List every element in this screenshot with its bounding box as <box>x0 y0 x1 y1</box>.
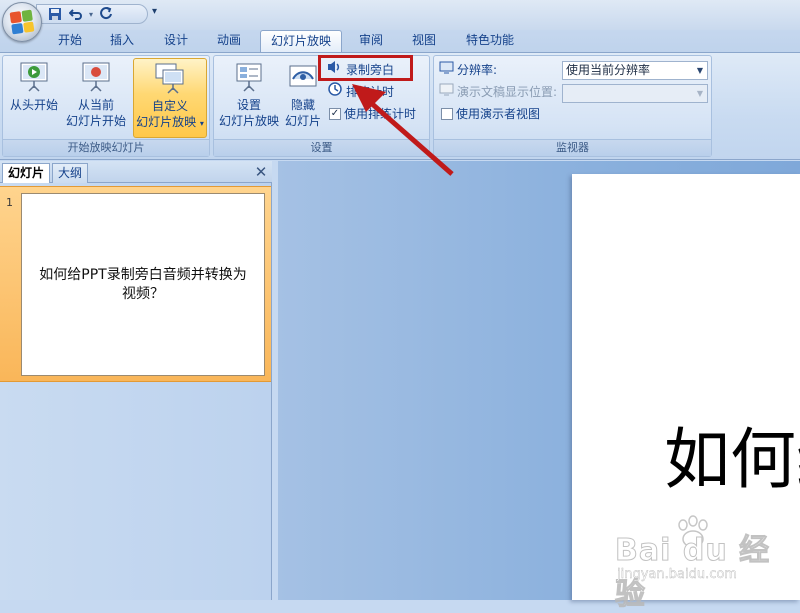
tab-animations[interactable]: 动画 <box>207 30 251 52</box>
ribbon: 从头开始 从当前 幻灯片开始 自定义 幻灯片放映 ▾ 开始放映幻灯片 设置 幻灯… <box>0 52 800 160</box>
resolution-icon <box>439 60 454 80</box>
record-narration-icon <box>327 60 343 80</box>
chevron-down-icon: ▾ <box>199 119 204 128</box>
resolution-select[interactable]: 使用当前分辨率 ▼ <box>562 61 708 80</box>
record-narration-button[interactable]: 录制旁白 <box>327 60 394 80</box>
from-beginning-label: 从头开始 <box>9 98 58 112</box>
hide-slide-button[interactable]: 隐藏 幻灯片 <box>283 58 323 138</box>
play-from-current-icon <box>80 61 112 93</box>
from-beginning-button[interactable]: 从头开始 <box>5 58 63 138</box>
slide-thumbnail[interactable]: 如何给PPT录制旁白音频并转换为视频？ <box>21 193 265 376</box>
chevron-down-icon: ▼ <box>696 66 704 75</box>
monitor-icon <box>439 82 454 102</box>
tab-special-features[interactable]: 特色功能 <box>455 30 525 52</box>
rehearse-timings-label: 排练计时 <box>346 85 395 99</box>
custom-show-label-2: 幻灯片放映 ▾ <box>136 115 204 129</box>
use-timings-checkbox[interactable]: ✓ 使用排练计时 <box>329 104 416 124</box>
use-timings-label: 使用排练计时 <box>344 107 417 121</box>
hide-slide-label-1: 隐藏 <box>290 98 315 112</box>
resolution-label-row: 分辨率: <box>439 60 497 80</box>
undo-dropdown-icon[interactable]: ▾ <box>89 10 93 19</box>
presenter-view-label: 使用演示者视图 <box>456 107 541 121</box>
record-narration-label: 录制旁白 <box>346 63 395 77</box>
show-on-label-row: 演示文稿显示位置: <box>439 82 557 102</box>
hide-slide-icon <box>287 61 319 93</box>
slide-title-text[interactable]: 如何给 <box>664 420 800 500</box>
undo-icon[interactable] <box>68 6 84 22</box>
group-setup: 设置 幻灯片放映 隐藏 幻灯片 录制旁白 排练计时 ✓ 使用排练计时 设置 <box>213 55 430 157</box>
group-setup-label: 设置 <box>214 139 429 156</box>
custom-show-icon <box>154 62 186 94</box>
quick-access-toolbar: ▾ <box>36 4 148 24</box>
show-on-select[interactable]: ▼ <box>562 84 708 103</box>
from-current-label-2: 幻灯片开始 <box>65 114 126 128</box>
group-start-slide-show: 从头开始 从当前 幻灯片开始 自定义 幻灯片放映 ▾ 开始放映幻灯片 <box>2 55 210 157</box>
resolution-label: 分辨率: <box>457 63 498 77</box>
group-monitors: 分辨率: 使用当前分辨率 ▼ 演示文稿显示位置: ▼ 使用演示者视图 监视器 <box>433 55 712 157</box>
tab-insert[interactable]: 插入 <box>100 30 144 52</box>
office-button[interactable] <box>2 2 42 42</box>
from-current-label-1: 从当前 <box>77 98 114 112</box>
office-logo-icon <box>9 9 35 35</box>
save-icon[interactable] <box>47 6 63 22</box>
rehearse-timings-icon <box>327 82 343 102</box>
play-from-beginning-icon <box>18 61 50 93</box>
chevron-down-icon: ▼ <box>696 89 704 98</box>
setup-show-label-1: 设置 <box>236 98 261 112</box>
close-icon[interactable]: ✕ <box>252 163 270 181</box>
custom-show-label-1: 自定义 <box>151 99 188 113</box>
custom-slide-show-button[interactable]: 自定义 幻灯片放映 ▾ <box>133 58 207 138</box>
presenter-view-checkbox[interactable]: 使用演示者视图 <box>441 104 540 124</box>
tab-review[interactable]: 审阅 <box>350 30 392 52</box>
group-start-label: 开始放映幻灯片 <box>3 139 209 156</box>
customize-qat-icon[interactable]: ▾ <box>152 6 157 17</box>
presenter-view-check-icon <box>441 108 453 120</box>
tab-view[interactable]: 视图 <box>403 30 445 52</box>
setup-slide-show-button[interactable]: 设置 幻灯片放映 <box>217 58 281 138</box>
tab-outline[interactable]: 大纲 <box>52 163 89 183</box>
tab-slides[interactable]: 幻灯片 <box>2 163 51 183</box>
hide-slide-label-2: 幻灯片 <box>284 114 321 128</box>
redo-icon[interactable] <box>98 6 114 22</box>
from-current-slide-button[interactable]: 从当前 幻灯片开始 <box>63 58 129 138</box>
show-on-label: 演示文稿显示位置: <box>457 85 558 99</box>
resolution-value: 使用当前分辨率 <box>566 63 651 77</box>
setup-show-label-2: 幻灯片放映 <box>218 114 279 128</box>
slide-thumbnail-title: 如何给PPT录制旁白音频并转换为视频？ <box>39 266 247 302</box>
use-timings-check-icon: ✓ <box>329 108 341 120</box>
slides-pane-tabs: 幻灯片 大纲 <box>0 161 272 183</box>
tab-design[interactable]: 设计 <box>154 30 198 52</box>
tab-home[interactable]: 开始 <box>48 30 92 52</box>
tab-slide-show[interactable]: 幻灯片放映 <box>260 30 342 52</box>
slide-canvas[interactable] <box>572 174 800 600</box>
setup-show-icon <box>233 61 265 93</box>
rehearse-timings-button[interactable]: 排练计时 <box>327 82 394 102</box>
slide-number: 1 <box>6 196 13 209</box>
group-monitors-label: 监视器 <box>434 139 711 156</box>
ribbon-tab-bar: 开始 插入 设计 动画 幻灯片放映 审阅 视图 特色功能 <box>0 30 800 52</box>
